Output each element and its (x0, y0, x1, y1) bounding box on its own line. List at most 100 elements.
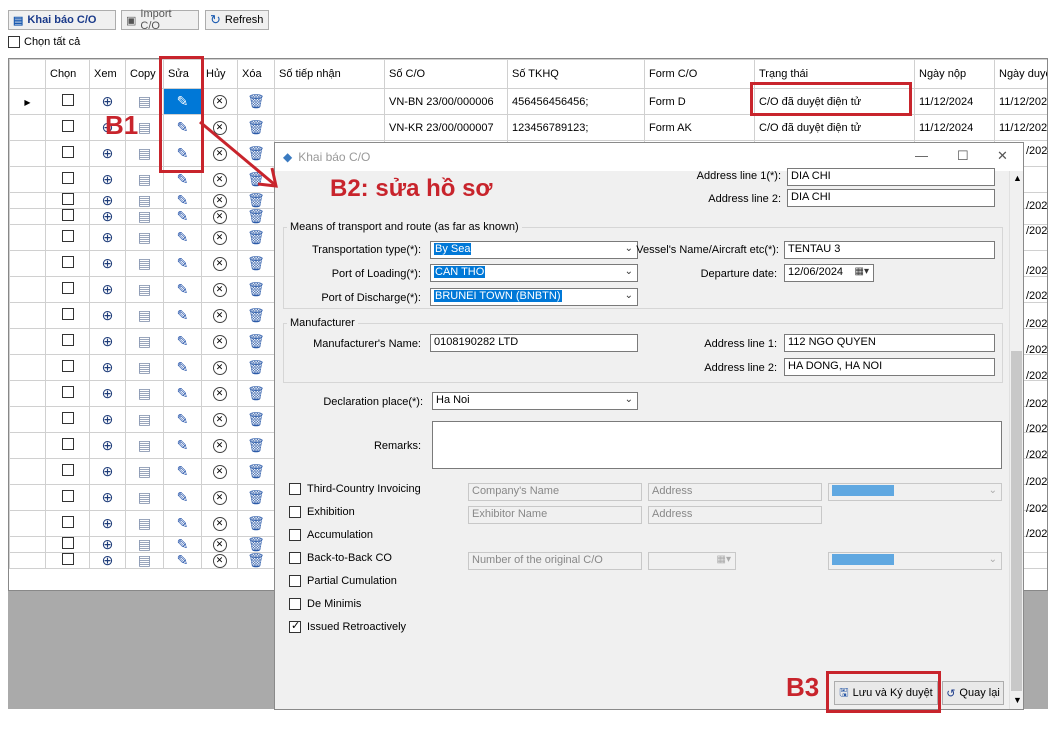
cancel-icon[interactable]: ✕ (212, 230, 227, 245)
row-checkbox-cell[interactable] (45, 302, 90, 329)
row-checkbox-cell[interactable] (45, 250, 90, 277)
scroll-thumb[interactable] (1011, 351, 1022, 691)
manufacturer-name-input[interactable]: 0108190282 LTD (430, 334, 638, 352)
cancel-cell[interactable]: ✕ (201, 328, 238, 355)
issued-retro-checkbox[interactable]: Issued Retroactively (289, 619, 406, 633)
trash-icon[interactable]: 🗑 (247, 334, 265, 348)
maximize-button[interactable]: ☐ (957, 148, 969, 164)
row-checkbox-cell[interactable] (45, 140, 90, 167)
view-cell[interactable]: ⊕ (89, 276, 126, 303)
delete-cell[interactable]: 🗑 (237, 484, 275, 511)
copy-cell[interactable]: ▤ (125, 484, 164, 511)
zoom-icon[interactable]: ⊕ (102, 554, 114, 568)
row-checkbox-cell[interactable] (45, 432, 90, 459)
copy-cell[interactable]: ▤ (125, 328, 164, 355)
zoom-icon[interactable]: ⊕ (102, 516, 114, 530)
row-indicator[interactable] (9, 302, 46, 329)
trash-icon[interactable]: 🗑 (247, 308, 265, 322)
zoom-icon[interactable]: ⊕ (102, 360, 114, 374)
row-indicator[interactable] (9, 380, 46, 407)
row-checkbox-cell[interactable] (45, 166, 90, 193)
trash-icon[interactable]: 🗑 (247, 230, 265, 244)
view-cell[interactable]: ⊕ (89, 192, 126, 209)
issued-retro-box[interactable] (289, 619, 301, 633)
row-checkbox[interactable] (61, 256, 74, 268)
de-minimis-box[interactable] (289, 598, 301, 610)
cancel-cell[interactable]: ✕ (201, 380, 238, 407)
close-button[interactable]: ✕ (997, 148, 1008, 164)
col-xoa[interactable]: Xóa (237, 59, 275, 89)
row-indicator[interactable] (9, 552, 46, 569)
pencil-icon[interactable]: ✎ (177, 464, 189, 478)
copy-cell[interactable]: ▤ (125, 510, 164, 537)
row-checkbox[interactable] (61, 360, 74, 372)
pencil-icon[interactable]: ✎ (177, 360, 189, 374)
copy-icon[interactable]: ▤ (138, 386, 151, 400)
refresh-button[interactable]: ↻ Refresh (205, 10, 269, 30)
partial-cumulation-box[interactable] (289, 575, 301, 587)
row-checkbox[interactable] (61, 537, 74, 549)
row-checkbox-cell[interactable] (45, 276, 90, 303)
zoom-icon[interactable]: ⊕ (102, 210, 114, 224)
scroll-up-icon[interactable]: ▲ (1013, 173, 1022, 183)
view-cell[interactable]: ⊕ (89, 140, 126, 167)
pencil-icon[interactable]: ✎ (177, 210, 189, 224)
accumulation-checkbox[interactable]: Accumulation (289, 529, 373, 541)
view-cell[interactable]: ⊕ (89, 484, 126, 511)
cancel-icon[interactable]: ✕ (212, 516, 227, 531)
col-so-tkhq[interactable]: Số TKHQ (507, 59, 645, 89)
company-address-input[interactable]: Address (648, 483, 822, 501)
pencil-icon[interactable]: ✎ (177, 172, 189, 186)
row-checkbox-cell[interactable] (45, 484, 90, 511)
row-checkbox-cell[interactable] (45, 328, 90, 355)
copy-cell[interactable]: ▤ (125, 192, 164, 209)
copy-icon[interactable]: ▤ (138, 308, 151, 322)
edit-cell[interactable]: ✎ (163, 302, 202, 329)
country-select-2[interactable]: ⌄ (828, 552, 1002, 570)
cancel-icon[interactable]: ✕ (212, 209, 227, 224)
view-cell[interactable]: ⊕ (89, 224, 126, 251)
exhibitor-address-input[interactable]: Address (648, 506, 822, 524)
pencil-icon[interactable]: ✎ (177, 256, 189, 270)
row-checkbox-cell[interactable] (45, 552, 90, 569)
delete-cell[interactable]: 🗑 (237, 250, 275, 277)
pencil-icon[interactable]: ✎ (177, 308, 189, 322)
row-checkbox-cell[interactable] (45, 192, 90, 209)
pencil-icon[interactable]: ✎ (177, 438, 189, 452)
delete-cell[interactable]: 🗑 (237, 224, 275, 251)
row-checkbox[interactable] (61, 412, 74, 424)
cancel-cell[interactable]: ✕ (201, 484, 238, 511)
row-checkbox[interactable] (61, 146, 74, 158)
row-indicator[interactable] (9, 192, 46, 209)
row-checkbox[interactable] (61, 490, 74, 502)
vessel-input[interactable]: TENTAU 3 (784, 241, 995, 259)
pencil-icon[interactable]: ✎ (177, 230, 189, 244)
edit-cell[interactable]: ✎ (163, 484, 202, 511)
calendar-icon[interactable]: ▦▾ (855, 266, 869, 277)
remarks-textarea[interactable] (432, 421, 1002, 469)
declaration-place-select[interactable]: Ha Noi ⌄ (432, 392, 638, 410)
edit-cell[interactable]: ✎ (163, 250, 202, 277)
copy-icon[interactable]: ▤ (138, 516, 151, 530)
zoom-icon[interactable]: ⊕ (102, 538, 114, 552)
pencil-icon[interactable]: ✎ (177, 412, 189, 426)
trash-icon[interactable]: 🗑 (247, 94, 265, 108)
col-so-tiep-nhan[interactable]: Số tiếp nhận (274, 59, 385, 89)
col-form-co[interactable]: Form C/O (644, 59, 755, 89)
row-checkbox-cell[interactable] (45, 224, 90, 251)
view-cell[interactable]: ⊕ (89, 302, 126, 329)
trash-icon[interactable]: 🗑 (247, 412, 265, 426)
departure-date-picker[interactable]: 12/06/2024 ▦▾ (784, 264, 874, 282)
col-huy[interactable]: Hủy (201, 59, 238, 89)
cancel-cell[interactable]: ✕ (201, 224, 238, 251)
minimize-button[interactable]: — (915, 148, 928, 163)
copy-cell[interactable]: ▤ (125, 536, 164, 553)
row-checkbox[interactable] (61, 172, 74, 184)
row-indicator[interactable] (9, 328, 46, 355)
col-ngay-duyet[interactable]: Ngày duyệt (994, 59, 1047, 89)
row-indicator[interactable] (9, 208, 46, 225)
copy-icon[interactable]: ▤ (138, 230, 151, 244)
copy-cell[interactable]: ▤ (125, 140, 164, 167)
view-cell[interactable]: ⊕ (89, 328, 126, 355)
row-checkbox[interactable] (61, 120, 74, 132)
